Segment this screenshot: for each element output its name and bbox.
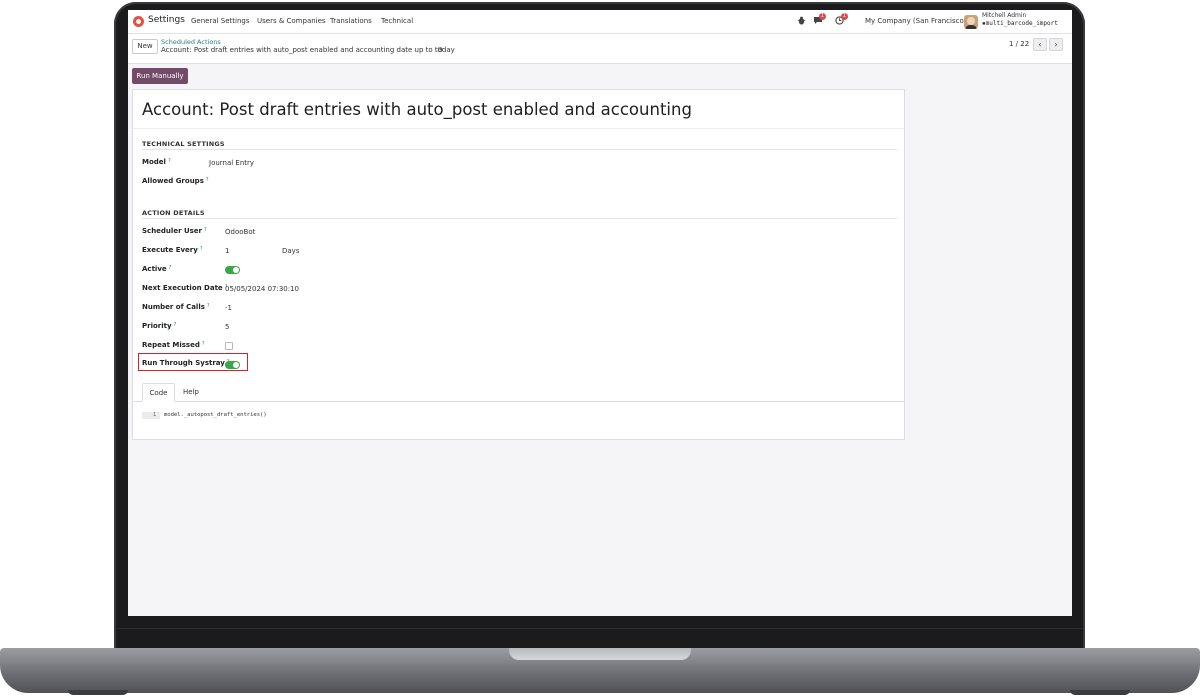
avatar[interactable] [964,15,978,29]
code-editor[interactable]: model._autopost_draft_entries() [164,412,267,419]
menu-translations[interactable]: Translations [330,17,372,25]
top-navbar: Settings General Settings Users & Compan… [128,10,1072,34]
breadcrumb-parent[interactable]: Scheduled Actions [161,38,221,46]
title-divider [133,128,904,129]
scheduler-user-label: Scheduler User? [142,227,207,235]
laptop-notch [509,648,691,660]
activity-badge: 1 [841,13,848,20]
execute-every-unit[interactable]: Days [282,247,299,255]
model-value[interactable]: Journal Entry [209,159,254,167]
run-manually-button[interactable]: Run Manually [132,68,188,84]
user-name[interactable]: Mitchell Admin [982,12,1026,19]
laptop-foot-left [68,690,128,695]
repeat-missed-checkbox[interactable] [225,342,233,350]
app-menu-icon[interactable] [133,16,144,27]
section-divider [142,218,897,219]
highlight-annotation [138,353,248,371]
pager-next-button[interactable]: › [1049,38,1063,51]
execute-every-label: Execute Every? [142,246,203,254]
new-button[interactable]: New [132,39,158,54]
app-name[interactable]: Settings [148,15,185,25]
bug-icon[interactable] [796,16,807,27]
model-label: Model? [142,158,171,166]
company-switcher[interactable]: My Company (San Francisco) [865,17,966,25]
number-of-calls-value[interactable]: -1 [225,304,232,312]
next-execution-value[interactable]: 05/05/2024 07:30:10 [225,285,299,293]
pager-prev-button[interactable]: ‹ [1033,38,1047,51]
database-name: ▪multi_barcode_import [982,20,1058,28]
section-divider [142,149,897,150]
form-sheet: Account: Post draft entries with auto_po… [132,89,905,440]
tab-code[interactable]: Code [142,383,175,402]
number-of-calls-label: Number of Calls? [142,303,210,311]
section-technical-settings: TECHNICAL SETTINGS [142,140,225,148]
screen: Settings General Settings Users & Compan… [128,10,1072,616]
database-label: multi_barcode_import [985,20,1058,27]
menu-technical[interactable]: Technical [381,17,413,25]
scheduler-user-value[interactable]: OdooBot [225,228,255,236]
pager-value[interactable]: 1 / 22 [1009,40,1029,48]
tab-help[interactable]: Help [176,383,206,402]
repeat-missed-label: Repeat Missed? [142,341,205,349]
priority-label: Priority? [142,322,177,330]
breadcrumb-current: Account: Post draft entries with auto_po… [161,46,455,54]
code-line-number: 1 [142,412,160,419]
laptop-foot-right [1070,690,1130,695]
section-action-details: ACTION DETAILS [142,209,205,217]
tabs-divider [133,401,904,402]
record-title-input[interactable]: Account: Post draft entries with auto_po… [142,99,694,121]
chat-badge: 1 [819,13,826,20]
menu-users-companies[interactable]: Users & Companies [257,17,326,25]
gear-icon[interactable]: ⚙ [437,46,443,54]
control-panel: New Scheduled Actions Account: Post draf… [128,34,1072,64]
active-toggle[interactable] [225,266,240,274]
execute-every-value[interactable]: 1 [225,247,229,255]
priority-value[interactable]: 5 [225,323,229,331]
active-label: Active? [142,265,172,273]
menu-general-settings[interactable]: General Settings [191,17,250,25]
next-execution-label: Next Execution Date? [142,284,228,292]
allowed-groups-label: Allowed Groups? [142,177,209,185]
